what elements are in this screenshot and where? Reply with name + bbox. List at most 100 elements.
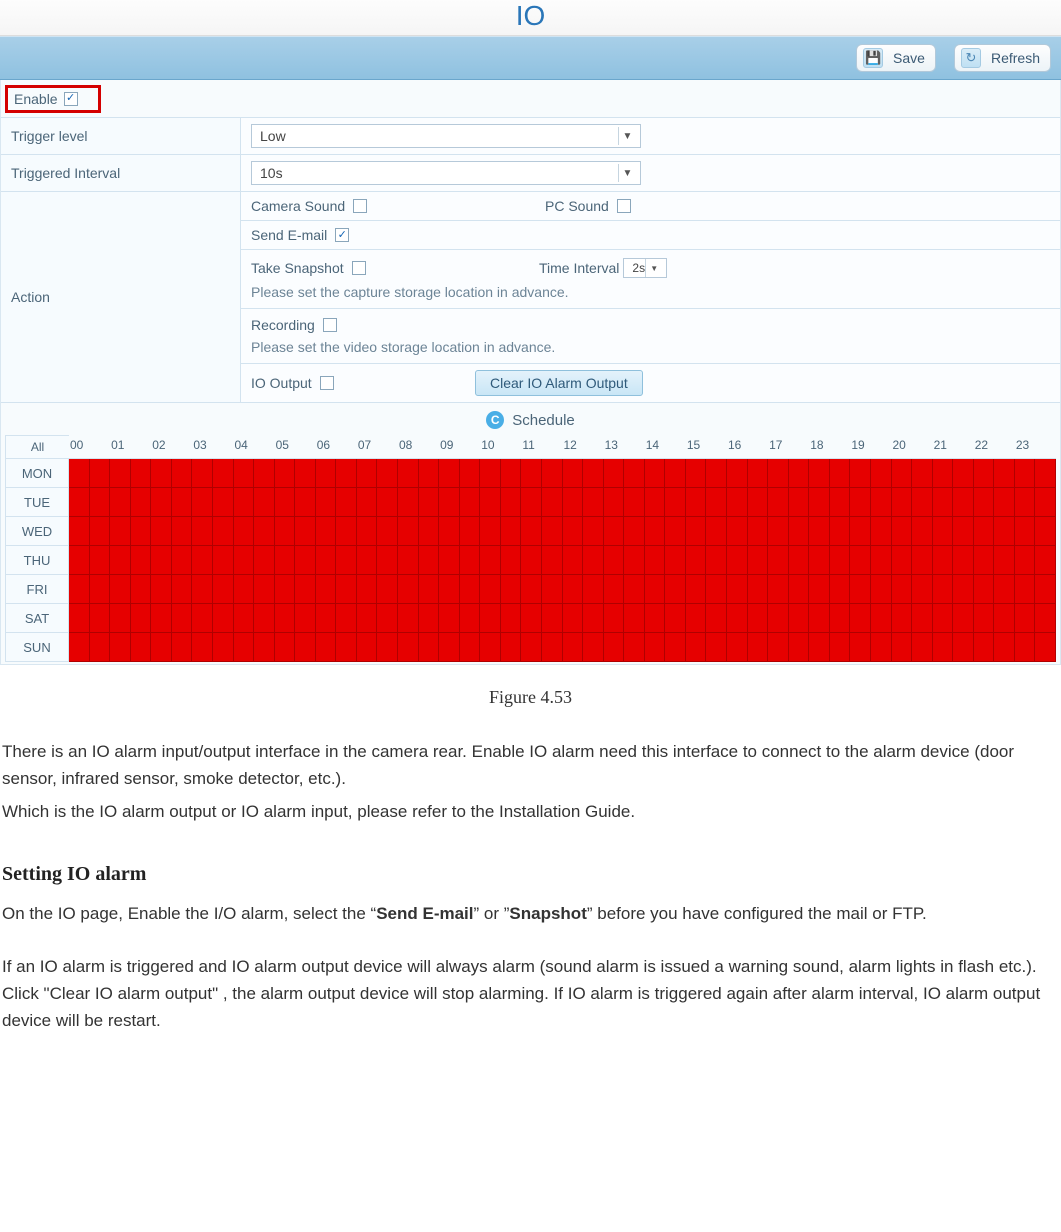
schedule-cell[interactable] <box>830 604 851 633</box>
schedule-cell[interactable] <box>151 546 172 575</box>
schedule-cell[interactable] <box>419 604 440 633</box>
schedule-cell[interactable] <box>604 459 625 488</box>
schedule-cell[interactable] <box>275 575 296 604</box>
enable-checkbox[interactable]: ✓ <box>64 92 78 106</box>
schedule-cell[interactable] <box>645 604 666 633</box>
schedule-cell[interactable] <box>501 633 522 662</box>
schedule-cell[interactable] <box>850 459 871 488</box>
schedule-cell[interactable] <box>357 633 378 662</box>
schedule-cell[interactable] <box>830 517 851 546</box>
schedule-cell[interactable] <box>748 575 769 604</box>
schedule-cell[interactable] <box>172 517 193 546</box>
schedule-cell[interactable] <box>521 633 542 662</box>
schedule-cell[interactable] <box>789 546 810 575</box>
schedule-cell[interactable] <box>933 546 954 575</box>
schedule-cell[interactable] <box>275 604 296 633</box>
schedule-cell[interactable] <box>892 604 913 633</box>
schedule-cell[interactable] <box>275 546 296 575</box>
camera-sound-checkbox[interactable] <box>353 199 367 213</box>
schedule-cell[interactable] <box>665 488 686 517</box>
schedule-cell[interactable] <box>892 546 913 575</box>
schedule-cell[interactable] <box>892 633 913 662</box>
schedule-cell[interactable] <box>665 459 686 488</box>
schedule-cell[interactable] <box>357 488 378 517</box>
schedule-cell[interactable] <box>974 575 995 604</box>
schedule-cell[interactable] <box>172 459 193 488</box>
schedule-cell[interactable] <box>254 459 275 488</box>
schedule-cell[interactable] <box>768 604 789 633</box>
schedule-cell[interactable] <box>172 604 193 633</box>
schedule-cell[interactable] <box>398 459 419 488</box>
schedule-cell[interactable] <box>521 575 542 604</box>
schedule-cell[interactable] <box>974 546 995 575</box>
schedule-cell[interactable] <box>90 517 111 546</box>
schedule-cell[interactable] <box>275 488 296 517</box>
schedule-cell[interactable] <box>1035 604 1056 633</box>
schedule-cell[interactable] <box>542 517 563 546</box>
schedule-cell[interactable] <box>110 517 131 546</box>
schedule-cell[interactable] <box>460 633 481 662</box>
schedule-cell[interactable] <box>953 488 974 517</box>
schedule-cell[interactable] <box>809 546 830 575</box>
schedule-cell[interactable] <box>624 604 645 633</box>
schedule-cell[interactable] <box>336 488 357 517</box>
schedule-cell[interactable] <box>583 633 604 662</box>
schedule-cell[interactable] <box>809 459 830 488</box>
schedule-cell[interactable] <box>90 604 111 633</box>
schedule-cell[interactable] <box>974 604 995 633</box>
schedule-cell[interactable] <box>110 459 131 488</box>
recording-checkbox[interactable] <box>323 318 337 332</box>
schedule-cell[interactable] <box>295 546 316 575</box>
schedule-cell[interactable] <box>727 575 748 604</box>
schedule-cell[interactable] <box>624 459 645 488</box>
schedule-cell[interactable] <box>398 488 419 517</box>
schedule-cell[interactable] <box>994 604 1015 633</box>
schedule-cell[interactable] <box>336 575 357 604</box>
schedule-cell[interactable] <box>645 459 666 488</box>
schedule-cell[interactable] <box>192 604 213 633</box>
schedule-cell[interactable] <box>377 546 398 575</box>
schedule-cell[interactable] <box>871 517 892 546</box>
schedule-cell[interactable] <box>439 604 460 633</box>
schedule-cell[interactable] <box>192 488 213 517</box>
schedule-cell[interactable] <box>69 604 90 633</box>
schedule-cell[interactable] <box>192 546 213 575</box>
schedule-cell[interactable] <box>994 575 1015 604</box>
schedule-cell[interactable] <box>542 604 563 633</box>
io-output-checkbox[interactable] <box>320 376 334 390</box>
schedule-cell[interactable] <box>131 546 152 575</box>
schedule-cell[interactable] <box>933 488 954 517</box>
schedule-cell[interactable] <box>892 459 913 488</box>
schedule-cell[interactable] <box>624 546 645 575</box>
schedule-cell[interactable] <box>686 517 707 546</box>
schedule-cell[interactable] <box>316 633 337 662</box>
save-button[interactable]: 💾 Save <box>856 44 936 72</box>
schedule-cell[interactable] <box>419 633 440 662</box>
schedule-cell[interactable] <box>419 546 440 575</box>
schedule-cell[interactable] <box>583 517 604 546</box>
schedule-cell[interactable] <box>768 517 789 546</box>
schedule-cell[interactable] <box>830 459 851 488</box>
schedule-cell[interactable] <box>892 488 913 517</box>
schedule-cell[interactable] <box>789 633 810 662</box>
schedule-cell[interactable] <box>172 546 193 575</box>
schedule-cell[interactable] <box>131 633 152 662</box>
schedule-cell[interactable] <box>234 488 255 517</box>
schedule-cell[interactable] <box>254 488 275 517</box>
schedule-cell[interactable] <box>480 604 501 633</box>
schedule-cell[interactable] <box>604 517 625 546</box>
schedule-cell[interactable] <box>90 459 111 488</box>
schedule-cell[interactable] <box>830 488 851 517</box>
schedule-cell[interactable] <box>809 604 830 633</box>
schedule-cell[interactable] <box>1015 604 1036 633</box>
schedule-cell[interactable] <box>213 575 234 604</box>
schedule-cell[interactable] <box>768 546 789 575</box>
schedule-cell[interactable] <box>912 459 933 488</box>
schedule-cell[interactable] <box>953 546 974 575</box>
schedule-cell[interactable] <box>583 546 604 575</box>
schedule-cell[interactable] <box>789 459 810 488</box>
schedule-cell[interactable] <box>1035 546 1056 575</box>
send-email-checkbox[interactable]: ✓ <box>335 228 349 242</box>
schedule-cell[interactable] <box>295 633 316 662</box>
schedule-cell[interactable] <box>768 575 789 604</box>
